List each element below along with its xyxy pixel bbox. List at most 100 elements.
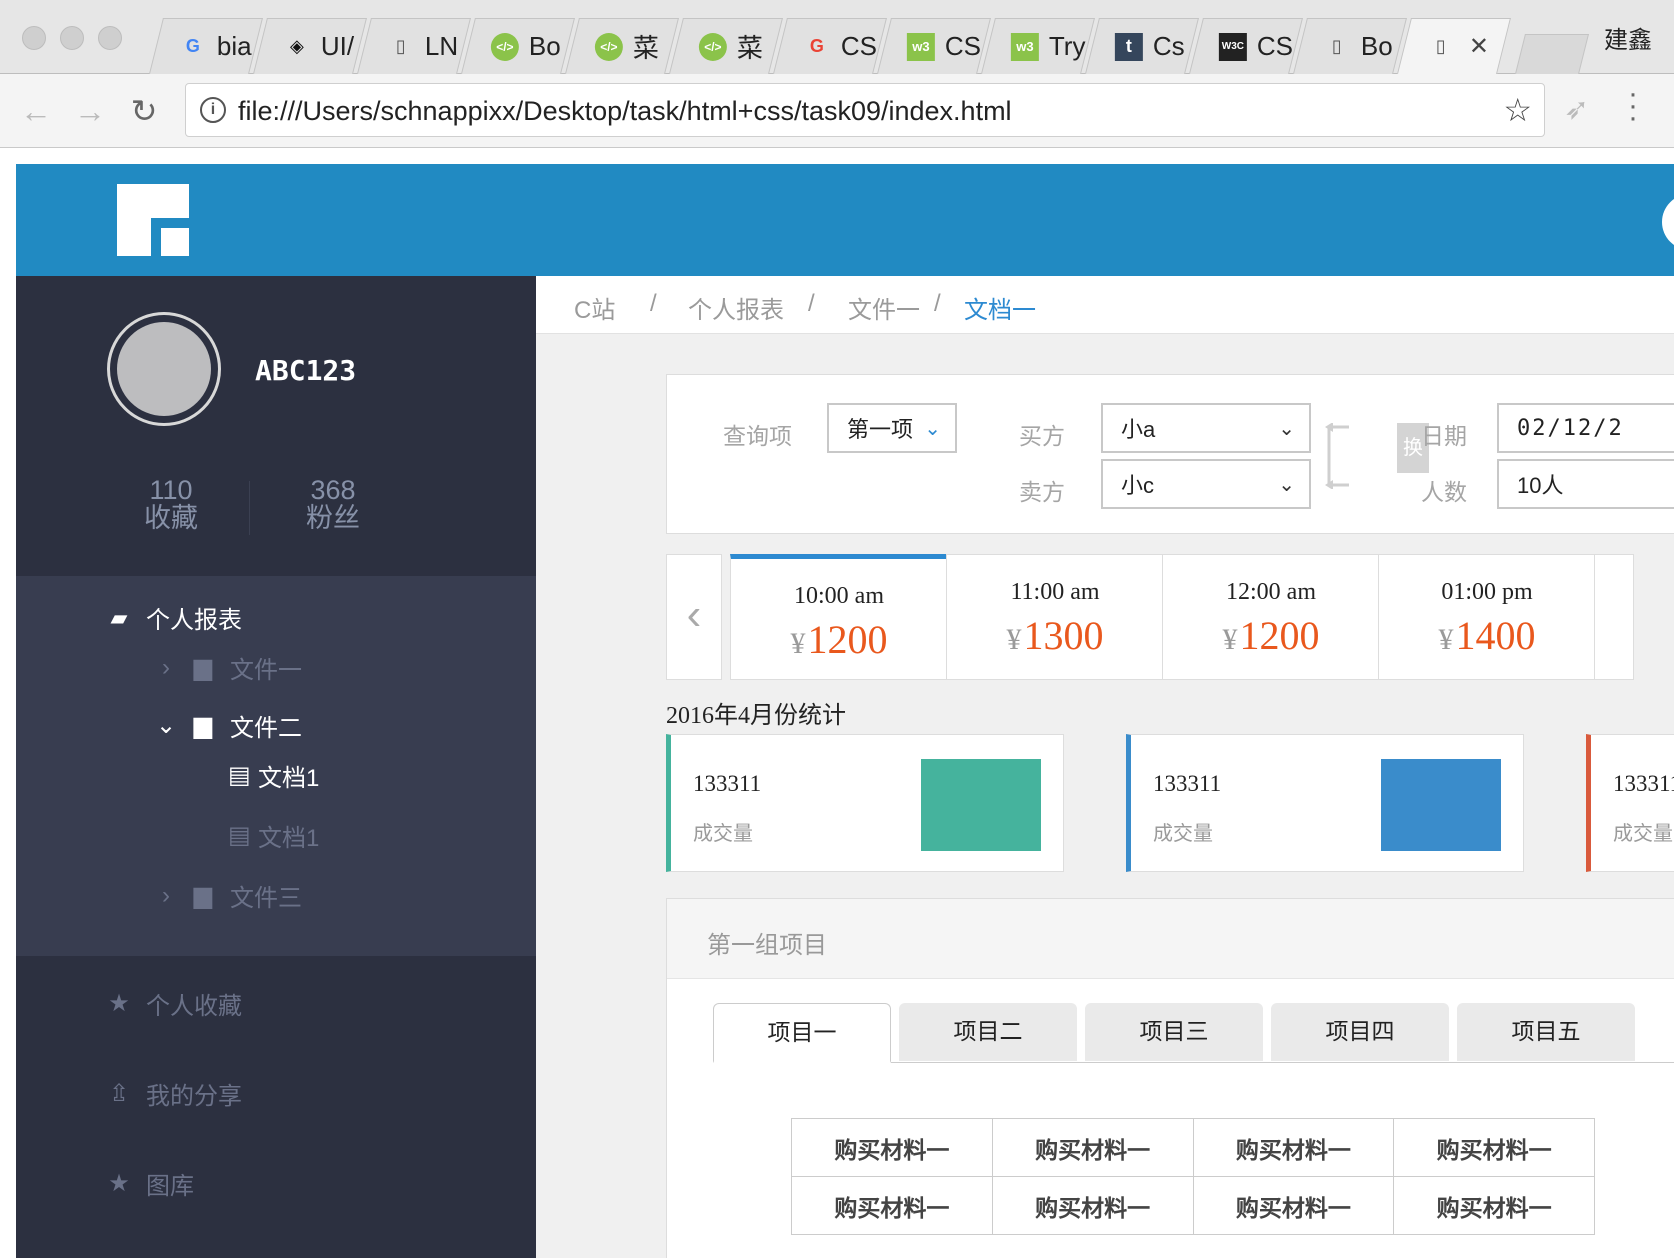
time-slot[interactable]: 10:00 am ¥1200 <box>730 554 948 680</box>
browser-tab-active[interactable]: ▯ ✕ <box>1397 18 1511 74</box>
report-menu: ▰ 个人报表 › ▆ 文件一 ⌄ ▆ 文件二 ▤ 文档1 ▤ 文档1 › ▆ 文… <box>16 576 536 956</box>
date-input[interactable]: 02/12/2 <box>1497 403 1674 453</box>
extension-bird-icon[interactable]: ➶ <box>1564 92 1589 127</box>
chevron-down-icon: ⌄ <box>924 418 941 440</box>
chevron-left-icon: ‹ <box>686 590 702 639</box>
table-cell: 购买材料一 <box>791 1118 993 1177</box>
close-tab-icon[interactable]: ✕ <box>1469 32 1489 61</box>
time-slot[interactable]: 01:00 pm ¥1400 <box>1378 554 1596 680</box>
browser-tab[interactable]: W3C CS <box>1189 18 1303 74</box>
browser-tab-strip: Gbia ◈ UI/ ▯ LN </> Bo </> 菜 </> 菜 G CS w3 CS w… <box>0 0 1674 74</box>
slot-time: 12:00 am <box>1226 579 1316 605</box>
time-slot-partial[interactable] <box>1594 554 1634 680</box>
tab-project-1[interactable]: 项目一 <box>713 1003 891 1063</box>
tree-item-label: 文件三 <box>230 885 302 912</box>
tree-item-file-1[interactable]: › ▆ 文件一 <box>156 650 302 685</box>
table-cell: 购买材料一 <box>991 1118 1194 1177</box>
app-logo[interactable] <box>117 184 189 256</box>
stat-followers[interactable]: 368 粉丝 <box>273 476 393 532</box>
tree-item-label: 文档1 <box>258 825 320 852</box>
google-icon: G <box>185 36 200 56</box>
table-cell: 购买材料一 <box>1192 1176 1395 1235</box>
sidebar-item-personal-report[interactable]: ▰ 个人报表 <box>106 600 242 635</box>
tab-project-3[interactable]: 项目三 <box>1085 1003 1263 1061</box>
tree-item-doc-active[interactable]: ▤ 文档1 <box>228 758 319 793</box>
green-code-icon: </> <box>698 32 727 61</box>
tree-item-file-2[interactable]: ⌄ ▆ 文件二 <box>156 708 302 743</box>
tree-item-doc[interactable]: ▤ 文档1 <box>228 818 319 853</box>
table-cell: 购买材料一 <box>1393 1118 1595 1177</box>
query-label: 查询项 <box>723 423 792 449</box>
chevron-down-icon: ⌄ <box>1278 418 1295 440</box>
sidebar-item-favorites[interactable]: ★ 个人收藏 <box>106 986 242 1021</box>
browser-tab[interactable]: Gbia <box>149 18 263 74</box>
tree-item-file-3[interactable]: › ▆ 文件三 <box>156 878 302 913</box>
menu-dots-icon[interactable]: · · · <box>1625 79 1641 133</box>
slot-time: 01:00 pm <box>1441 579 1533 605</box>
bookmark-star-icon[interactable]: ☆ <box>1503 91 1532 129</box>
browser-tab[interactable]: ◈ UI/ <box>253 18 367 74</box>
query-filter-panel: 查询项 第一项 ⌄ 买方 小a ⌄ 卖方 小c ⌄ 换 日期 02/12/2 人… <box>666 374 1674 534</box>
panel-header: 第一组项目 <box>667 899 1674 979</box>
swap-arrows-icon <box>1325 423 1349 489</box>
window-minimize-light[interactable] <box>60 26 84 50</box>
tab-project-4[interactable]: 项目四 <box>1271 1003 1449 1061</box>
address-bar[interactable]: i file:///Users/schnappixx/Desktop/task/… <box>185 83 1545 137</box>
tab-project-5[interactable]: 项目五 <box>1457 1003 1635 1061</box>
breadcrumb-separator: / <box>934 290 941 317</box>
window-close-light[interactable] <box>22 26 46 50</box>
info-icon[interactable]: i <box>200 97 226 123</box>
window-zoom-light[interactable] <box>98 26 122 50</box>
browser-tab[interactable]: w3 Try <box>981 18 1095 74</box>
card-color-block <box>921 759 1041 851</box>
browser-tab[interactable]: t Cs <box>1085 18 1199 74</box>
browser-toolbar: ← → ↻ i file:///Users/schnappixx/Desktop… <box>0 74 1674 148</box>
sidebar-item-label: 个人报表 <box>146 607 242 634</box>
card-label: 成交量 <box>1153 823 1213 845</box>
breadcrumb-item[interactable]: 个人报表 <box>688 290 784 325</box>
header-search-input[interactable] <box>1662 194 1674 250</box>
stat-favorites[interactable]: 110 收藏 <box>111 476 231 532</box>
url-text[interactable]: file:///Users/schnappixx/Desktop/task/ht… <box>238 96 1012 127</box>
buyer-select[interactable]: 小a ⌄ <box>1101 403 1311 453</box>
w3c-icon: W3C <box>1218 32 1247 61</box>
tumblr-icon: t <box>1114 32 1143 61</box>
people-select[interactable]: 10人 ⌄ <box>1497 459 1674 509</box>
time-slot-carousel: ‹ 10:00 am ¥1200 11:00 am ¥1300 12:00 am… <box>666 554 1674 680</box>
back-arrow-icon[interactable]: ← <box>16 92 56 130</box>
seller-select[interactable]: 小c ⌄ <box>1101 459 1311 509</box>
time-slot[interactable]: 11:00 am ¥1300 <box>946 554 1164 680</box>
breadcrumb-item[interactable]: C站 <box>574 290 615 325</box>
tab-project-2[interactable]: 项目二 <box>899 1003 1077 1061</box>
browser-tab[interactable]: ▯ LN <box>357 18 471 74</box>
reload-icon[interactable]: ↻ <box>124 92 164 130</box>
browser-tab[interactable]: </> Bo <box>461 18 575 74</box>
panel-title: 第一组项目 <box>707 932 827 959</box>
new-tab-button[interactable] <box>1515 34 1589 74</box>
slot-price: ¥1200 <box>790 617 888 662</box>
forward-arrow-icon[interactable]: → <box>70 92 110 130</box>
browser-tab[interactable]: G CS <box>773 18 887 74</box>
browser-tab[interactable]: w3 CS <box>877 18 991 74</box>
query-select[interactable]: 第一项 ⌄ <box>827 403 957 453</box>
stat-card[interactable]: 133311 成交量 <box>1586 734 1674 872</box>
stat-label: 粉丝 <box>306 503 360 533</box>
breadcrumb-separator: / <box>808 290 815 317</box>
breadcrumb-item[interactable]: 文件一 <box>848 290 920 325</box>
carousel-prev-button[interactable]: ‹ <box>666 554 722 680</box>
folder-icon: ▆ <box>193 712 213 739</box>
avatar[interactable] <box>107 312 221 426</box>
sidebar-item-share[interactable]: ⇫ 我的分享 <box>106 1076 242 1111</box>
stat-card[interactable]: 133311 成交量 <box>1126 734 1524 872</box>
time-slot[interactable]: 12:00 am ¥1200 <box>1162 554 1380 680</box>
browser-profile-name[interactable]: 建鑫 <box>1604 20 1652 55</box>
sidebar-item-gallery[interactable]: ★ 图库 <box>106 1166 194 1201</box>
stat-card[interactable]: 133311 成交量 <box>666 734 1064 872</box>
codepen-icon: ◈ <box>289 36 304 56</box>
stat-label: 收藏 <box>144 503 198 533</box>
stat-divider <box>249 481 250 535</box>
browser-tab[interactable]: </> 菜 <box>565 18 679 74</box>
profile-panel: ABC123 110 收藏 368 粉丝 <box>16 276 536 576</box>
browser-tab[interactable]: ▯ Bo <box>1293 18 1407 74</box>
browser-tab[interactable]: </> 菜 <box>669 18 783 74</box>
